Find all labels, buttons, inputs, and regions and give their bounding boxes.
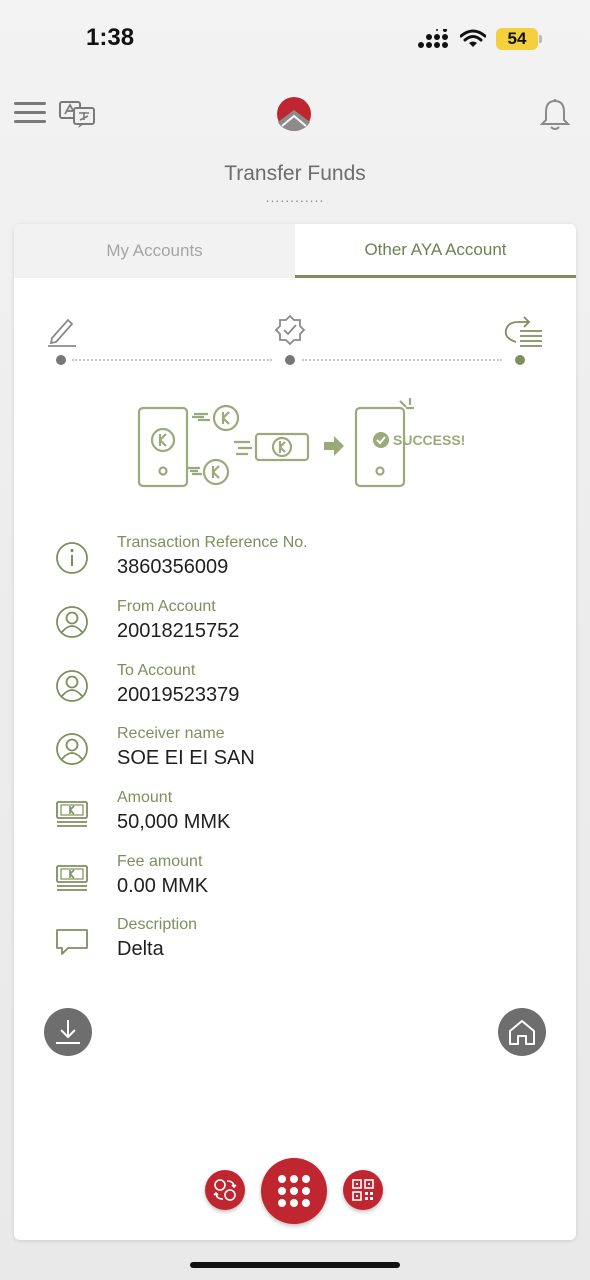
detail-row-amount: Amount 50,000 MMK (14, 789, 576, 845)
user-icon (54, 731, 90, 767)
user-icon (54, 604, 90, 640)
detail-value: 20018215752 (117, 620, 240, 642)
download-button[interactable] (44, 1008, 92, 1056)
detail-label: To Account (117, 662, 196, 679)
qr-code-icon (352, 1179, 374, 1201)
transfer-shortcut-button[interactable] (205, 1170, 245, 1210)
step-connector (302, 359, 502, 361)
brand-logo (276, 96, 312, 132)
detail-row-reference: Transaction Reference No. 3860356009 (14, 534, 576, 590)
comment-icon (54, 922, 90, 958)
detail-value: 50,000 MMK (117, 811, 231, 833)
info-icon (54, 540, 90, 576)
detail-value: 20019523379 (117, 684, 240, 706)
detail-label: From Account (117, 598, 216, 615)
detail-label: Transaction Reference No. (117, 534, 308, 551)
detail-row-fee-amount: Fee amount 0.00 MMK (14, 853, 576, 909)
home-indicator (190, 1262, 400, 1268)
progress-stepper (14, 314, 576, 374)
menu-icon[interactable] (14, 100, 46, 126)
signal-icon (418, 29, 448, 48)
step-connector (72, 359, 272, 361)
home-icon (509, 1020, 535, 1045)
transfer-card: My Accounts Other AYA Account SUCCESS! T… (14, 224, 576, 1240)
step-dot-1 (56, 355, 66, 365)
transfer-step-icon (502, 314, 544, 353)
tab-bar: My Accounts Other AYA Account (14, 224, 576, 278)
wifi-icon (460, 29, 486, 47)
exchange-icon (213, 1179, 237, 1201)
verify-step-icon (274, 314, 306, 353)
main-menu-button[interactable] (261, 1158, 327, 1224)
detail-row-receiver-name: Receiver name SOE EI EI SAN (14, 725, 576, 781)
edit-step-icon (46, 314, 78, 353)
step-dot-3 (515, 355, 525, 365)
detail-value: Delta (117, 938, 164, 960)
money-icon (54, 859, 90, 895)
download-icon (56, 1020, 80, 1044)
detail-value: 0.00 MMK (117, 875, 209, 897)
tab-my-accounts[interactable]: My Accounts (14, 224, 295, 278)
battery-indicator: 54 (496, 28, 542, 50)
title-underline: ............ (265, 189, 325, 205)
success-illustration: SUCCESS! (134, 396, 465, 496)
language-icon[interactable] (58, 98, 96, 130)
grid-icon (278, 1175, 310, 1207)
status-time: 1:38 (86, 24, 135, 51)
detail-row-description: Description Delta (14, 916, 576, 972)
detail-value: 3860356009 (117, 556, 229, 578)
money-icon (54, 795, 90, 831)
detail-label: Fee amount (117, 853, 203, 870)
detail-label: Amount (117, 789, 173, 806)
detail-row-to-account: To Account 20019523379 (14, 662, 576, 718)
status-icons: 54 (418, 28, 542, 50)
success-text: SUCCESS! (393, 432, 464, 448)
detail-row-from-account: From Account 20018215752 (14, 598, 576, 654)
notification-bell-icon[interactable] (539, 98, 571, 132)
step-dot-2 (285, 355, 295, 365)
detail-value: SOE EI EI SAN (117, 747, 255, 769)
user-icon (54, 668, 90, 704)
qr-scan-button[interactable] (343, 1170, 383, 1210)
page-title: Transfer Funds (224, 162, 366, 185)
home-button[interactable] (498, 1008, 546, 1056)
tab-other-aya-account[interactable]: Other AYA Account (295, 224, 576, 278)
detail-label: Description (117, 916, 198, 933)
detail-label: Receiver name (117, 725, 225, 742)
